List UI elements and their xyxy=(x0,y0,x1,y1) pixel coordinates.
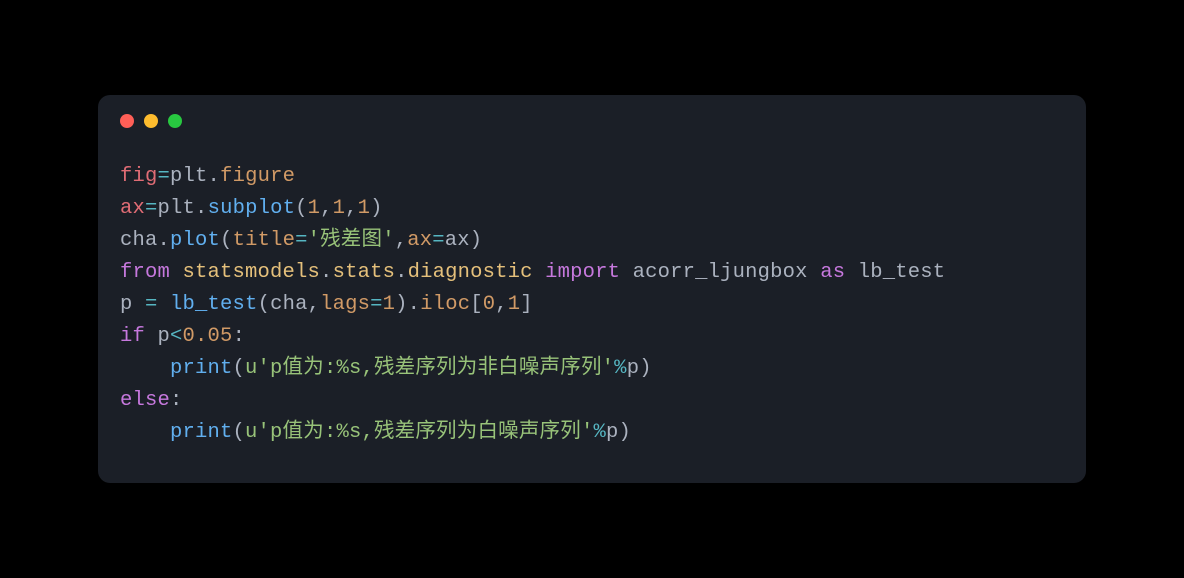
code-token: p xyxy=(145,325,170,348)
maximize-icon[interactable] xyxy=(168,114,182,128)
code-window: fig=plt.figure ax=plt.subplot(1,1,1) cha… xyxy=(98,95,1086,483)
code-token: title xyxy=(233,229,296,252)
code-token: ax xyxy=(407,229,432,252)
code-token xyxy=(158,293,171,316)
code-token: ax xyxy=(120,197,145,220)
code-token: lb_test xyxy=(170,293,258,316)
code-token: , xyxy=(308,293,321,316)
code-token: 1 xyxy=(383,293,396,316)
code-token: diagnostic xyxy=(408,261,546,284)
minimize-icon[interactable] xyxy=(144,114,158,128)
code-token: ( xyxy=(258,293,271,316)
code-token: ) xyxy=(619,421,632,444)
code-token: , xyxy=(345,197,358,220)
code-token: : xyxy=(233,325,246,348)
code-token: as xyxy=(820,261,845,284)
code-token xyxy=(120,357,170,380)
code-token: ) xyxy=(470,229,483,252)
code-token: ) xyxy=(639,357,652,380)
code-token: = xyxy=(145,197,158,220)
code-token: . xyxy=(395,261,408,284)
code-token: , xyxy=(395,229,408,252)
code-token: . xyxy=(208,165,221,188)
code-token: ( xyxy=(220,229,233,252)
code-token: % xyxy=(593,421,606,444)
code-token: if xyxy=(120,325,145,348)
code-token: fig xyxy=(120,165,158,188)
code-token: p xyxy=(627,357,640,380)
code-token: plt xyxy=(170,165,208,188)
code-token: print xyxy=(170,357,233,380)
code-token: = xyxy=(158,165,171,188)
code-token: . xyxy=(195,197,208,220)
code-token: plt xyxy=(158,197,196,220)
code-token: . xyxy=(408,293,421,316)
code-token: = xyxy=(145,293,158,316)
code-token: ) xyxy=(395,293,408,316)
code-token: 1 xyxy=(333,197,346,220)
code-token: 1 xyxy=(308,197,321,220)
code-token: ax xyxy=(445,229,470,252)
code-token: 1 xyxy=(508,293,521,316)
code-token: figure xyxy=(220,165,295,188)
code-token: = xyxy=(295,229,308,252)
code-token xyxy=(120,421,170,444)
code-token: else xyxy=(120,389,170,412)
code-token: ( xyxy=(233,357,246,380)
window-titlebar xyxy=(98,95,182,147)
code-token: cha xyxy=(120,229,158,252)
code-block: fig=plt.figure ax=plt.subplot(1,1,1) cha… xyxy=(120,161,945,449)
code-token: lags xyxy=(320,293,370,316)
code-token: = xyxy=(370,293,383,316)
code-token: ) xyxy=(370,197,383,220)
code-token: print xyxy=(170,421,233,444)
code-token: subplot xyxy=(208,197,296,220)
code-token: acorr_ljungbox xyxy=(620,261,820,284)
code-token: from xyxy=(120,261,170,284)
code-token: 1 xyxy=(358,197,371,220)
close-icon[interactable] xyxy=(120,114,134,128)
code-token: 0.05 xyxy=(183,325,233,348)
code-token: < xyxy=(170,325,183,348)
code-token: % xyxy=(614,357,627,380)
code-token: , xyxy=(320,197,333,220)
code-token: ( xyxy=(295,197,308,220)
code-token: stats xyxy=(333,261,396,284)
code-token: u'p值为:%s,残差序列为白噪声序列' xyxy=(245,421,593,444)
code-token: ] xyxy=(520,293,533,316)
code-token: 0 xyxy=(483,293,496,316)
code-token: statsmodels xyxy=(170,261,320,284)
code-token: . xyxy=(158,229,171,252)
code-token: = xyxy=(432,229,445,252)
code-token: p xyxy=(606,421,619,444)
code-token: : xyxy=(170,389,183,412)
code-token: '残差图' xyxy=(308,229,395,252)
code-token: . xyxy=(320,261,333,284)
code-token: p xyxy=(120,293,145,316)
code-token: ( xyxy=(233,421,246,444)
code-token: lb_test xyxy=(845,261,945,284)
code-token: cha xyxy=(270,293,308,316)
code-token: import xyxy=(545,261,620,284)
code-token: u'p值为:%s,残差序列为非白噪声序列' xyxy=(245,357,614,380)
code-token: plot xyxy=(170,229,220,252)
code-token: , xyxy=(495,293,508,316)
code-token: [ xyxy=(470,293,483,316)
code-token: iloc xyxy=(420,293,470,316)
